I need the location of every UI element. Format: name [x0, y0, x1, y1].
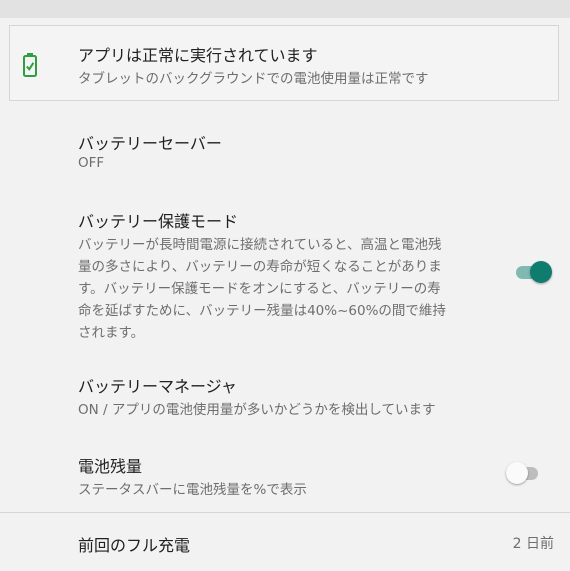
last-full-charge-title[interactable]: 前回のフル充電: [78, 532, 190, 556]
description-line: バッテリーが長時間電源に接続されていると、高温と電池残: [78, 237, 442, 253]
battery-saver-value: OFF: [78, 155, 105, 171]
battery-protection-description: バッテリーが長時間電源に接続されていると、高温と電池残 量の多さにより、バッテリ…: [78, 234, 493, 344]
battery-percentage-subtitle: ステータスバーに電池残量を%で表示: [78, 482, 307, 498]
description-line: す。バッテリー保護モードをオンにすると、バッテリーの寿: [78, 281, 441, 297]
battery-percentage-title[interactable]: 電池残量: [78, 453, 142, 477]
section-divider: [0, 512, 570, 513]
battery-icon: [23, 53, 37, 77]
description-line: 命を延ばすために、バッテリー残量は40%~60%の間で維持: [78, 303, 446, 319]
battery-protection-title[interactable]: バッテリー保護モード: [78, 208, 238, 232]
description-line: されます。: [78, 325, 145, 341]
battery-percentage-toggle[interactable]: [506, 460, 542, 486]
status-card-title: アプリは正常に実行されています: [78, 46, 318, 65]
toggle-thumb: [530, 261, 552, 283]
battery-manager-title[interactable]: バッテリーマネージャ: [78, 373, 237, 397]
last-full-charge-value: 2 日前: [512, 536, 554, 552]
battery-saver-title[interactable]: バッテリーセーバー: [78, 130, 222, 154]
description-line: 量の多さにより、バッテリーの寿命が短くなることがありま: [78, 259, 442, 275]
battery-manager-subtitle: ON / アプリの電池使用量が多いかどうかを検出しています: [78, 402, 436, 418]
toggle-thumb: [506, 462, 528, 484]
battery-protection-toggle[interactable]: [514, 259, 552, 285]
top-strip: [0, 0, 570, 18]
status-card-subtitle: タブレットのバックグラウンドでの電池使用量は正常です: [78, 71, 429, 87]
